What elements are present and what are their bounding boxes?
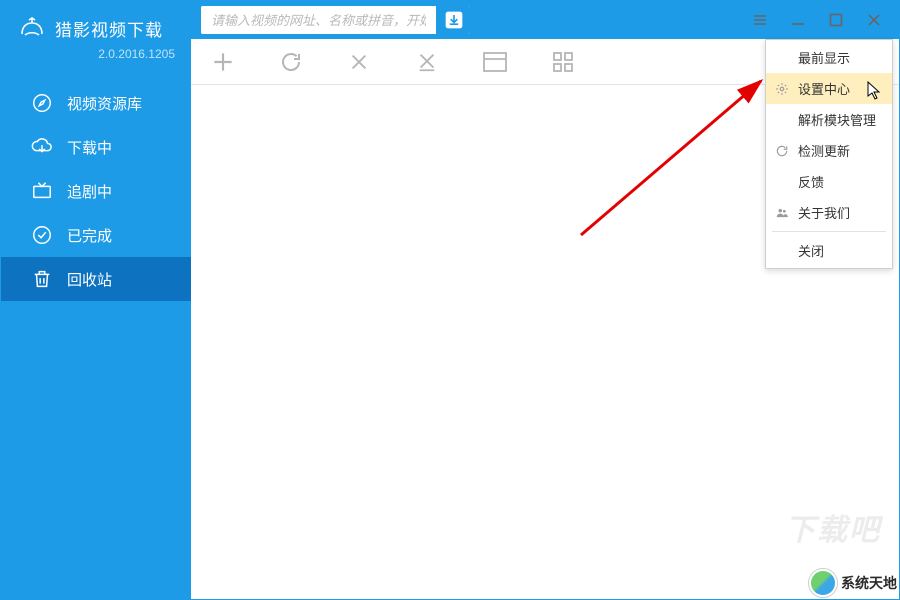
- window-controls: [751, 11, 891, 29]
- refresh-icon: [774, 143, 790, 159]
- minimize-button[interactable]: [789, 11, 807, 29]
- search-box: [201, 6, 470, 34]
- list-view-button[interactable]: [479, 46, 511, 78]
- blank-icon: [774, 174, 790, 190]
- nav-label: 视频资源库: [67, 93, 142, 114]
- topbar: [191, 1, 899, 39]
- menu-button[interactable]: [751, 11, 769, 29]
- nav-item-library[interactable]: 视频资源库: [1, 81, 191, 125]
- menu-item-feedback[interactable]: 反馈: [766, 166, 892, 197]
- nav-item-following[interactable]: 追剧中: [1, 169, 191, 213]
- nav: 视频资源库 下载中 追剧中 已完成: [1, 81, 191, 301]
- menu-label: 最前显示: [798, 48, 850, 67]
- menu-label: 关闭: [798, 241, 824, 260]
- app-logo-icon: [19, 15, 45, 41]
- people-icon: [774, 205, 790, 221]
- menu-label: 检测更新: [798, 141, 850, 160]
- search-input[interactable]: [201, 6, 436, 34]
- gear-icon: [774, 81, 790, 97]
- refresh-button[interactable]: [275, 46, 307, 78]
- check-circle-icon: [31, 224, 53, 246]
- brand: 猎影视频下载: [1, 1, 191, 45]
- menu-label: 设置中心: [798, 79, 850, 98]
- sidebar: 猎影视频下载 2.0.2016.1205 视频资源库 下载中 追剧中: [1, 1, 191, 599]
- nav-label: 下载中: [67, 137, 112, 158]
- blank-icon: [774, 50, 790, 66]
- compass-icon: [31, 92, 53, 114]
- nav-label: 追剧中: [67, 181, 112, 202]
- app-version: 2.0.2016.1205: [1, 45, 191, 75]
- menu-item-topmost[interactable]: 最前显示: [766, 42, 892, 73]
- main: 最前显示 设置中心 解析模块管理 检测更新 反馈: [191, 1, 899, 599]
- menu-item-close[interactable]: 关闭: [766, 235, 892, 266]
- grid-view-button[interactable]: [547, 46, 579, 78]
- menu-item-update[interactable]: 检测更新: [766, 135, 892, 166]
- add-button[interactable]: [207, 46, 239, 78]
- nav-item-recycle[interactable]: 回收站: [1, 257, 191, 301]
- blank-icon: [774, 112, 790, 128]
- menu-item-settings[interactable]: 设置中心: [766, 73, 892, 104]
- nav-label: 已完成: [67, 225, 112, 246]
- maximize-button[interactable]: [827, 11, 845, 29]
- tv-icon: [31, 180, 53, 202]
- menu-item-parser[interactable]: 解析模块管理: [766, 104, 892, 135]
- menu-label: 反馈: [798, 172, 824, 191]
- trash-icon: [31, 268, 53, 290]
- delete-button[interactable]: [343, 46, 375, 78]
- settings-menu: 最前显示 设置中心 解析模块管理 检测更新 反馈: [765, 39, 893, 269]
- cloud-download-icon: [31, 136, 53, 158]
- download-button[interactable]: [436, 6, 470, 34]
- delete-all-button[interactable]: [411, 46, 443, 78]
- nav-item-completed[interactable]: 已完成: [1, 213, 191, 257]
- menu-label: 解析模块管理: [798, 110, 876, 129]
- app-title: 猎影视频下载: [55, 16, 163, 41]
- close-button[interactable]: [865, 11, 883, 29]
- menu-item-about[interactable]: 关于我们: [766, 197, 892, 228]
- menu-separator: [772, 231, 886, 232]
- nav-label: 回收站: [67, 269, 112, 290]
- menu-label: 关于我们: [798, 203, 850, 222]
- blank-icon: [774, 243, 790, 259]
- nav-item-downloading[interactable]: 下载中: [1, 125, 191, 169]
- app-window: 猎影视频下载 2.0.2016.1205 视频资源库 下载中 追剧中: [0, 0, 900, 600]
